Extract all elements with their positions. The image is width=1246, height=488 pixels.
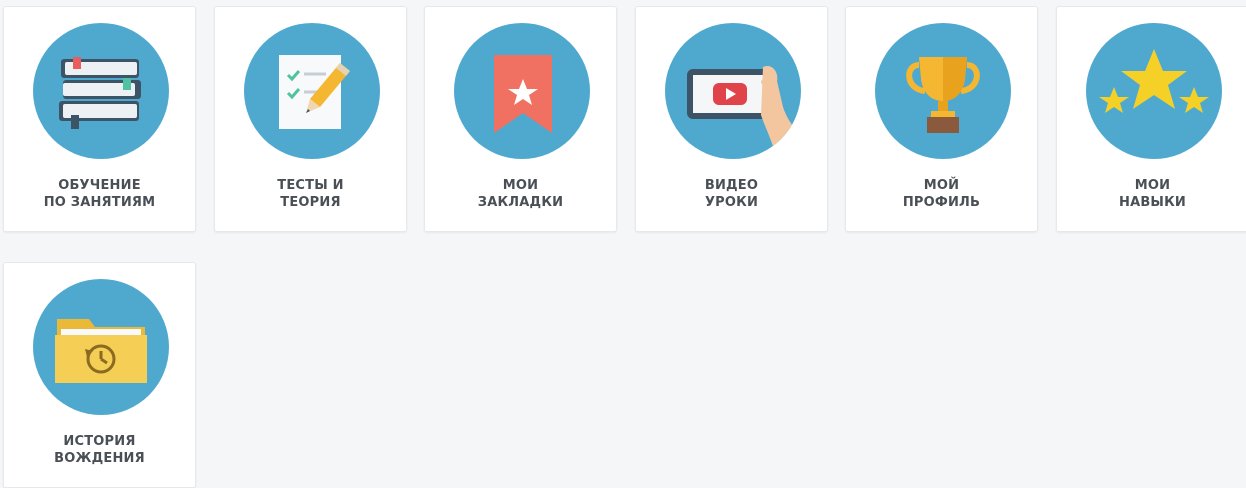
- tile-profile[interactable]: МОЙ ПРОФИЛЬ: [845, 6, 1038, 232]
- tile-profile-label-line2: ПРОФИЛЬ: [902, 195, 981, 210]
- tile-lessons-label-line2: ПО ЗАНЯТИЯМ: [43, 195, 156, 210]
- tile-tests-label-line2: ТЕОРИЯ: [280, 195, 341, 210]
- tile-history-label-line1: ИСТОРИЯ: [63, 434, 136, 449]
- tile-video-label: ВИДЕО УРОКИ: [636, 177, 827, 211]
- tile-lessons[interactable]: ОБУЧЕНИЕ ПО ЗАНЯТИЯМ: [3, 6, 196, 232]
- video-play-icon: [665, 23, 801, 159]
- stars-icon: [1086, 23, 1222, 159]
- tile-profile-label: МОЙ ПРОФИЛЬ: [846, 177, 1037, 211]
- tile-lessons-label-line1: ОБУЧЕНИЕ: [58, 178, 141, 193]
- tile-video-label-line2: УРОКИ: [704, 195, 759, 210]
- tile-video[interactable]: ВИДЕО УРОКИ: [635, 6, 828, 232]
- tile-skills-label: МОИ НАВЫКИ: [1057, 177, 1246, 211]
- checklist-pencil-icon: [244, 23, 380, 159]
- tile-bookmarks-label: МОИ ЗАКЛАДКИ: [425, 177, 616, 211]
- tile-profile-label-line1: МОЙ: [923, 178, 960, 193]
- tile-skills-label-line1: МОИ: [1134, 178, 1171, 193]
- folder-history-icon: [33, 279, 169, 415]
- tile-tests-label-line1: ТЕСТЫ И: [277, 178, 344, 193]
- tile-history-label-line2: ВОЖДЕНИЯ: [54, 451, 145, 466]
- trophy-icon: [875, 23, 1011, 159]
- tile-bookmarks-label-line1: МОИ: [502, 178, 539, 193]
- tile-lessons-label: ОБУЧЕНИЕ ПО ЗАНЯТИЯМ: [4, 177, 195, 211]
- tile-history-label: ИСТОРИЯ ВОЖДЕНИЯ: [4, 433, 195, 467]
- books-icon: [33, 23, 169, 159]
- tile-skills[interactable]: МОИ НАВЫКИ: [1056, 6, 1246, 232]
- tile-tests[interactable]: ТЕСТЫ И ТЕОРИЯ: [214, 6, 407, 232]
- tile-history[interactable]: ИСТОРИЯ ВОЖДЕНИЯ: [3, 262, 196, 488]
- tile-bookmarks-label-line2: ЗАКЛАДКИ: [477, 195, 564, 210]
- tile-skills-label-line2: НАВЫКИ: [1118, 195, 1187, 210]
- tile-video-label-line1: ВИДЕО: [704, 178, 759, 193]
- bookmark-star-icon: [454, 23, 590, 159]
- tile-tests-label: ТЕСТЫ И ТЕОРИЯ: [215, 177, 406, 211]
- tile-bookmarks[interactable]: МОИ ЗАКЛАДКИ: [424, 6, 617, 232]
